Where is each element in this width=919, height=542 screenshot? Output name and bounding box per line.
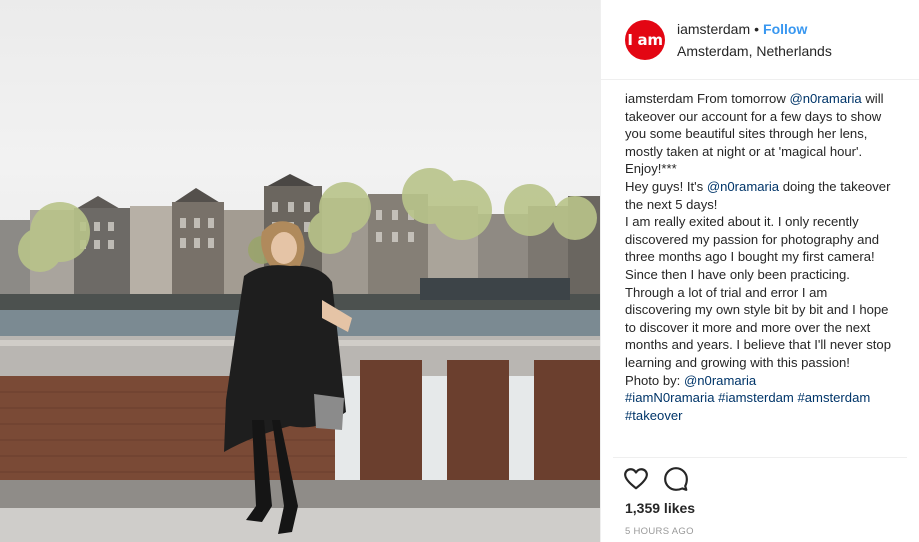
header-row: iamsterdam • Follow	[677, 19, 832, 39]
mention-link[interactable]: @n0ramaria	[707, 179, 779, 194]
like-button[interactable]	[623, 466, 649, 492]
heart-icon	[624, 468, 648, 490]
avatar-logo-text: I am	[627, 30, 663, 49]
hashtag-link[interactable]: #takeover	[625, 408, 683, 423]
mention-link[interactable]: @n0ramaria	[789, 91, 861, 106]
location-link[interactable]: Amsterdam, Netherlands	[677, 41, 832, 61]
comment-button[interactable]	[663, 466, 689, 492]
hashtag-link[interactable]: #iamsterdam	[718, 390, 794, 405]
hashtag-link[interactable]: #amsterdam	[797, 390, 870, 405]
post-photo[interactable]	[0, 0, 600, 542]
avatar[interactable]: I am	[625, 19, 665, 60]
action-bar	[623, 466, 689, 492]
photo-canvas	[0, 168, 600, 542]
post-timestamp[interactable]: 5 HOURS AGO	[625, 526, 694, 537]
post-caption: iamsterdam From tomorrow @n0ramaria will…	[625, 90, 897, 424]
post-side-panel: I am iamsterdam • Follow Amsterdam, Nether…	[600, 0, 919, 542]
houseboat	[420, 278, 570, 300]
likes-count[interactable]: 1,359 likes	[625, 500, 695, 516]
post-header: I am iamsterdam • Follow Amsterdam, Nether…	[601, 0, 919, 80]
hashtag-link[interactable]: #iamN0ramaria	[625, 390, 715, 405]
actions-divider	[613, 457, 907, 458]
caption-username[interactable]: iamsterdam	[625, 91, 693, 106]
comment-icon	[664, 467, 688, 491]
header-text: iamsterdam • Follow Amsterdam, Netherlands	[677, 19, 832, 61]
mention-link[interactable]: @n0ramaria	[684, 373, 756, 388]
caption-text: doing the takeover the next 5 days! I am…	[625, 178, 891, 388]
follow-button[interactable]: Follow	[763, 21, 807, 37]
separator-dot: •	[754, 20, 760, 37]
username-link[interactable]: iamsterdam	[677, 21, 750, 37]
caption-text: From tomorrow	[693, 91, 790, 106]
